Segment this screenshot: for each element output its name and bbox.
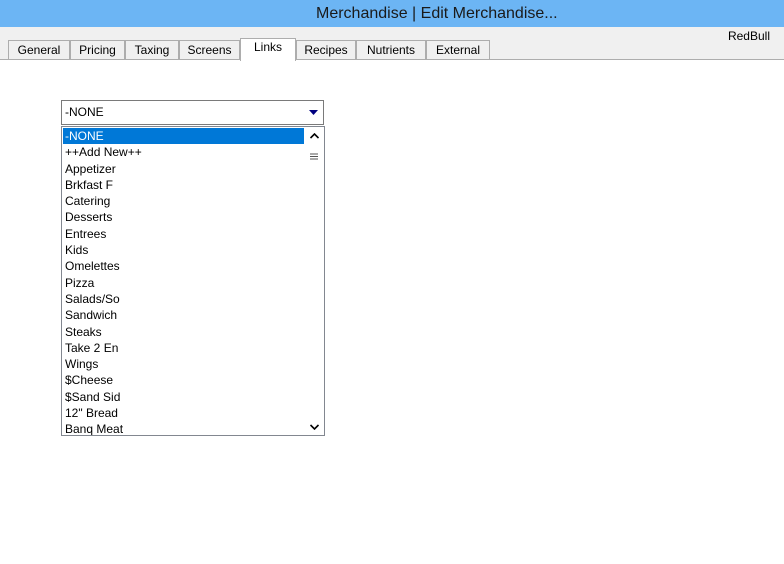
list-item[interactable]: Steaks: [63, 324, 304, 340]
list-item[interactable]: Desserts: [63, 209, 304, 225]
scroll-down-icon[interactable]: [304, 418, 324, 435]
tab-general[interactable]: General: [8, 40, 70, 60]
list-item[interactable]: Brkfast F: [63, 177, 304, 193]
list-item[interactable]: Sandwich: [63, 307, 304, 323]
list-item[interactable]: Pizza: [63, 275, 304, 291]
tab-links[interactable]: Links: [240, 38, 296, 61]
list-item[interactable]: ++Add New++: [63, 144, 304, 160]
tab-pricing[interactable]: Pricing: [70, 40, 125, 60]
tab-screens[interactable]: Screens: [179, 40, 240, 60]
list-item[interactable]: $Cheese: [63, 372, 304, 388]
window-title: Merchandise | Edit Merchandise...: [316, 5, 558, 22]
list-item[interactable]: Omelettes: [63, 258, 304, 274]
list-item[interactable]: $Sand Sid: [63, 389, 304, 405]
list-item[interactable]: Banq Meat: [63, 421, 304, 435]
dropdown-arrow-icon[interactable]: [307, 107, 319, 119]
list-item[interactable]: Appetizer: [63, 161, 304, 177]
link-category-combo[interactable]: -NONE: [61, 100, 324, 125]
list-item[interactable]: Kids: [63, 242, 304, 258]
tab-external[interactable]: External: [426, 40, 490, 60]
list-scrollbar[interactable]: [304, 127, 324, 435]
link-category-list[interactable]: -NONE ++Add New++ Appetizer Brkfast F Cateri…: [61, 126, 325, 436]
scroll-thumb[interactable]: [307, 145, 321, 167]
tab-nutrients[interactable]: Nutrients: [356, 40, 426, 60]
combo-value: -NONE: [65, 105, 104, 119]
list-item[interactable]: Salads/So: [63, 291, 304, 307]
tab-strip: General Pricing Taxing Screens Links Rec…: [0, 38, 784, 61]
list-items: -NONE ++Add New++ Appetizer Brkfast F Cateri…: [63, 128, 304, 435]
list-item[interactable]: Catering: [63, 193, 304, 209]
tab-taxing[interactable]: Taxing: [125, 40, 179, 60]
list-item[interactable]: Take 2 En: [63, 340, 304, 356]
list-item[interactable]: 12" Bread: [63, 405, 304, 421]
tab-recipes[interactable]: Recipes: [296, 40, 356, 60]
title-bar[interactable]: Merchandise | Edit Merchandise...: [0, 0, 784, 27]
list-item[interactable]: -NONE: [63, 128, 304, 145]
list-item[interactable]: Entrees: [63, 226, 304, 242]
scroll-up-icon[interactable]: [304, 127, 324, 144]
list-item[interactable]: Wings: [63, 356, 304, 372]
